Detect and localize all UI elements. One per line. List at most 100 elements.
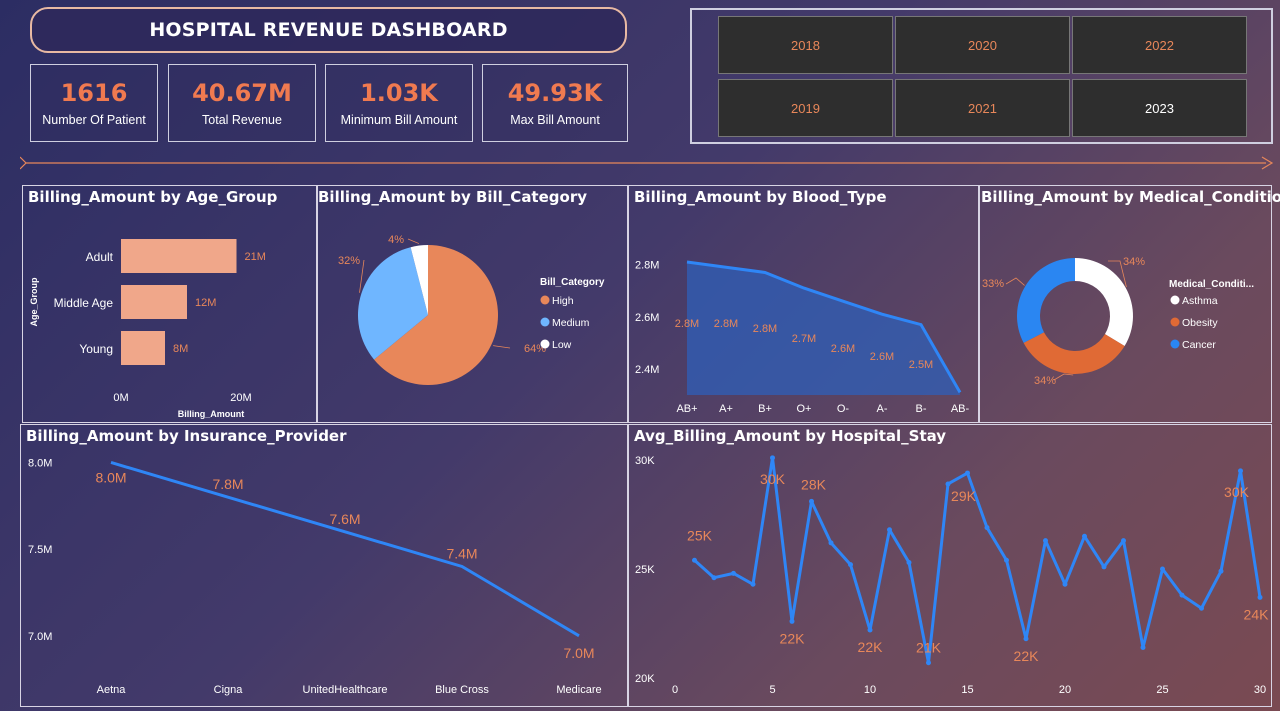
- data-point: [770, 455, 775, 461]
- x-tick-label: A-: [877, 403, 888, 415]
- data-label: 7.6M: [329, 511, 360, 527]
- year-button-2023[interactable]: 2023: [1072, 79, 1247, 137]
- y-tick-label: 2.4M: [635, 364, 659, 376]
- x-tick-label: 0: [672, 684, 678, 696]
- year-button-2022[interactable]: 2022: [1072, 16, 1247, 74]
- data-label: 2.8M: [714, 318, 738, 330]
- leader-line: [407, 238, 420, 244]
- data-label: 12M: [195, 297, 216, 309]
- data-point: [906, 559, 912, 565]
- data-label: 33%: [982, 278, 1004, 290]
- panel-age-group: Billing_Amount by Age_Group Adult 21M Midd…: [22, 185, 317, 423]
- x-tick-label: AB-: [951, 403, 970, 415]
- y-tick-label: 8.0M: [28, 457, 52, 469]
- y-tick-label: 20K: [635, 673, 655, 685]
- data-label: 22K: [1014, 648, 1040, 664]
- category-label: Adult: [86, 250, 114, 264]
- legend-title: Bill_Category: [540, 277, 605, 288]
- data-label: 8M: [173, 343, 188, 355]
- x-tick-label: Aetna: [97, 684, 127, 696]
- legend-label: High: [552, 295, 574, 307]
- data-point: [1140, 644, 1146, 650]
- x-tick-label: AB+: [676, 403, 697, 415]
- insurance-provider-chart: 8.0M 7.5M 7.0M 8.0M Aetna 7.8M Cigna 7.6M United…: [28, 457, 602, 696]
- data-point: [1238, 468, 1243, 474]
- kpi-value: 1.03K: [360, 79, 438, 107]
- data-label: 21K: [916, 640, 942, 656]
- data-point: [692, 557, 697, 563]
- data-label: 32%: [338, 255, 360, 267]
- data-label: 21M: [245, 251, 266, 263]
- data-point: [965, 470, 970, 476]
- x-tick-label: B-: [916, 403, 927, 415]
- data-point: [1062, 581, 1068, 587]
- data-point: [848, 562, 853, 568]
- x-tick-label: Cigna: [214, 684, 244, 696]
- leader-line: [1053, 373, 1074, 381]
- legend-label: Medium: [552, 317, 590, 329]
- year-button-2018[interactable]: 2018: [718, 16, 893, 74]
- category-label: Middle Age: [54, 296, 114, 310]
- age-group-chart: Adult 21M Middle Age 12M Young 8M 0M 20M Billing…: [29, 239, 266, 419]
- x-tick-label: 25: [1156, 684, 1168, 696]
- data-point: [867, 627, 873, 633]
- panel-bill-category: Billing_Amount by Bill_Category 64% 32% 4%…: [317, 185, 628, 423]
- data-label: 7.4M: [446, 545, 477, 561]
- data-label: 29K: [951, 488, 977, 504]
- data-point: [1004, 557, 1009, 563]
- legend-marker: [1170, 317, 1180, 327]
- kpi-value: 1616: [60, 79, 128, 107]
- data-point: [1121, 538, 1126, 544]
- x-tick-label: Blue Cross: [435, 684, 489, 696]
- series-line: [110, 461, 580, 638]
- year-button-2019[interactable]: 2019: [718, 79, 893, 137]
- data-label: 2.5M: [909, 359, 933, 371]
- data-point: [887, 527, 892, 533]
- panel-blood-type: Billing_Amount by Blood_Type 2.8M 2.6M 2.4…: [628, 185, 979, 423]
- legend-label: Obesity: [1182, 317, 1218, 329]
- bar: [121, 285, 187, 319]
- legend-label: Asthma: [1182, 295, 1218, 307]
- kpi-label: Number Of Patient: [42, 113, 146, 127]
- kpi-label: Total Revenue: [202, 113, 282, 127]
- donut-slice: [1017, 258, 1075, 343]
- data-label: 24K: [1244, 606, 1270, 622]
- section-divider: [20, 156, 1274, 170]
- data-label: 34%: [1034, 375, 1056, 387]
- kpi-value: 40.67M: [192, 79, 292, 107]
- kpi-patient-count: 1616 Number Of Patient: [30, 64, 158, 142]
- x-tick-label: 15: [961, 684, 973, 696]
- data-label: 30K: [760, 471, 786, 487]
- year-button-2021[interactable]: 2021: [895, 79, 1070, 137]
- data-label: 7.8M: [212, 476, 243, 492]
- leader-line: [359, 259, 365, 293]
- donut-slice: [1075, 258, 1133, 347]
- legend-title: Medical_Conditi...: [1169, 279, 1254, 290]
- data-point: [1101, 564, 1107, 570]
- kpi-value: 49.93K: [507, 79, 603, 107]
- data-point: [809, 498, 814, 504]
- data-point: [1043, 538, 1048, 544]
- bar: [121, 331, 165, 365]
- y-tick-label: 7.5M: [28, 544, 52, 556]
- leader-line: [1005, 277, 1025, 286]
- kpi-max-bill: 49.93K Max Bill Amount: [482, 64, 628, 142]
- year-slicer: 2018 2020 2022 2019 2021 2023: [690, 8, 1273, 144]
- data-point: [731, 570, 736, 576]
- year-button-2020[interactable]: 2020: [895, 16, 1070, 74]
- y-tick-label: 30K: [635, 455, 655, 467]
- data-label: 2.7M: [792, 333, 816, 345]
- data-point: [1218, 568, 1224, 574]
- y-tick-label: 25K: [635, 564, 655, 576]
- data-point: [750, 581, 756, 587]
- donut-slice: [1023, 332, 1125, 374]
- data-label: 28K: [801, 476, 827, 492]
- data-label: 34%: [1123, 256, 1145, 268]
- x-tick-label: 5: [769, 684, 775, 696]
- legend-marker: [540, 339, 550, 349]
- x-tick-label: O+: [797, 403, 812, 415]
- data-label: 4%: [388, 234, 404, 246]
- data-label: 7.0M: [563, 645, 594, 661]
- bill-category-chart: 64%32%4%Bill_CategoryHighMediumLow: [338, 234, 605, 385]
- data-point: [711, 575, 717, 581]
